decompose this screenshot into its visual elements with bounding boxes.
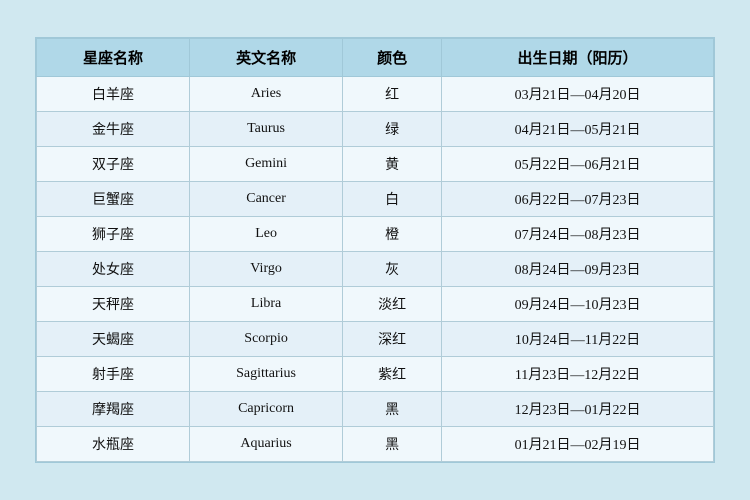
cell-dates: 10月24日—11月22日	[442, 322, 714, 357]
cell-english-name: Virgo	[190, 252, 343, 287]
cell-color: 绿	[343, 112, 442, 147]
cell-dates: 11月23日—12月22日	[442, 357, 714, 392]
zodiac-table-container: 星座名称 英文名称 颜色 出生日期（阳历） 白羊座Aries红03月21日—04…	[35, 37, 715, 463]
cell-chinese-name: 射手座	[37, 357, 190, 392]
header-chinese-name: 星座名称	[37, 39, 190, 77]
cell-dates: 04月21日—05月21日	[442, 112, 714, 147]
cell-chinese-name: 双子座	[37, 147, 190, 182]
table-row: 水瓶座Aquarius黑01月21日—02月19日	[37, 427, 714, 462]
cell-dates: 03月21日—04月20日	[442, 77, 714, 112]
table-row: 天秤座Libra淡红09月24日—10月23日	[37, 287, 714, 322]
cell-color: 黑	[343, 427, 442, 462]
cell-english-name: Taurus	[190, 112, 343, 147]
table-row: 金牛座Taurus绿04月21日—05月21日	[37, 112, 714, 147]
cell-color: 红	[343, 77, 442, 112]
cell-english-name: Aries	[190, 77, 343, 112]
cell-english-name: Capricorn	[190, 392, 343, 427]
table-row: 巨蟹座Cancer白06月22日—07月23日	[37, 182, 714, 217]
table-row: 狮子座Leo橙07月24日—08月23日	[37, 217, 714, 252]
cell-english-name: Libra	[190, 287, 343, 322]
cell-english-name: Gemini	[190, 147, 343, 182]
cell-chinese-name: 天秤座	[37, 287, 190, 322]
cell-dates: 12月23日—01月22日	[442, 392, 714, 427]
table-row: 处女座Virgo灰08月24日—09月23日	[37, 252, 714, 287]
header-dates: 出生日期（阳历）	[442, 39, 714, 77]
cell-english-name: Cancer	[190, 182, 343, 217]
header-english-name: 英文名称	[190, 39, 343, 77]
cell-color: 黄	[343, 147, 442, 182]
cell-chinese-name: 狮子座	[37, 217, 190, 252]
zodiac-table: 星座名称 英文名称 颜色 出生日期（阳历） 白羊座Aries红03月21日—04…	[36, 38, 714, 462]
table-body: 白羊座Aries红03月21日—04月20日金牛座Taurus绿04月21日—0…	[37, 77, 714, 462]
cell-color: 淡红	[343, 287, 442, 322]
table-row: 双子座Gemini黄05月22日—06月21日	[37, 147, 714, 182]
table-row: 天蝎座Scorpio深红10月24日—11月22日	[37, 322, 714, 357]
cell-dates: 07月24日—08月23日	[442, 217, 714, 252]
cell-dates: 05月22日—06月21日	[442, 147, 714, 182]
cell-chinese-name: 处女座	[37, 252, 190, 287]
table-header-row: 星座名称 英文名称 颜色 出生日期（阳历）	[37, 39, 714, 77]
cell-chinese-name: 白羊座	[37, 77, 190, 112]
cell-english-name: Leo	[190, 217, 343, 252]
cell-chinese-name: 摩羯座	[37, 392, 190, 427]
cell-color: 深红	[343, 322, 442, 357]
cell-color: 白	[343, 182, 442, 217]
cell-english-name: Sagittarius	[190, 357, 343, 392]
table-row: 白羊座Aries红03月21日—04月20日	[37, 77, 714, 112]
cell-dates: 01月21日—02月19日	[442, 427, 714, 462]
cell-dates: 06月22日—07月23日	[442, 182, 714, 217]
cell-dates: 09月24日—10月23日	[442, 287, 714, 322]
header-color: 颜色	[343, 39, 442, 77]
cell-dates: 08月24日—09月23日	[442, 252, 714, 287]
cell-chinese-name: 金牛座	[37, 112, 190, 147]
cell-chinese-name: 水瓶座	[37, 427, 190, 462]
table-row: 射手座Sagittarius紫红11月23日—12月22日	[37, 357, 714, 392]
cell-english-name: Aquarius	[190, 427, 343, 462]
cell-color: 紫红	[343, 357, 442, 392]
cell-color: 橙	[343, 217, 442, 252]
cell-color: 黑	[343, 392, 442, 427]
cell-chinese-name: 巨蟹座	[37, 182, 190, 217]
cell-chinese-name: 天蝎座	[37, 322, 190, 357]
table-row: 摩羯座Capricorn黑12月23日—01月22日	[37, 392, 714, 427]
cell-english-name: Scorpio	[190, 322, 343, 357]
cell-color: 灰	[343, 252, 442, 287]
